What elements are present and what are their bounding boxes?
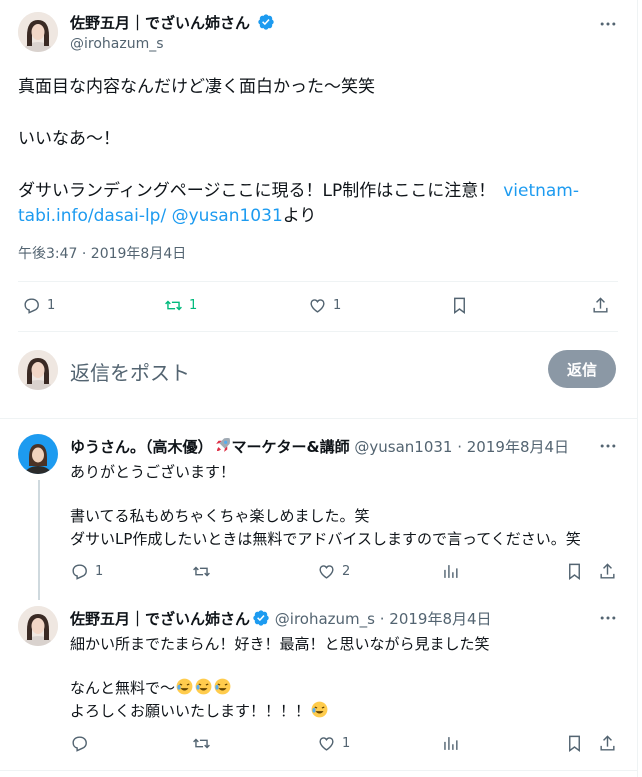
- like-count: 1: [342, 736, 351, 751]
- tweet-text-line: tabi.info/dasai-lp/ @yusan1031より: [18, 201, 316, 226]
- reply-count: 1: [95, 564, 104, 579]
- reply-meta[interactable]: @irohazum_s · 2019年8月4日: [275, 610, 492, 628]
- timeline-frame: 佐野五月｜でざいん姉さん @irohazum_s 真面目な内容なんだけど凄く面白…: [0, 0, 638, 777]
- more-icon[interactable]: [598, 436, 618, 456]
- author-handle[interactable]: @irohazum_s: [70, 36, 164, 52]
- tweet-text-line: いいなあ〜！: [18, 129, 120, 149]
- rocket-emoji-icon: [215, 438, 230, 452]
- thread-connector: [38, 480, 40, 600]
- bookmark-button[interactable]: [450, 296, 469, 315]
- reply-icon: [72, 564, 87, 580]
- like-button[interactable]: 2: [317, 562, 350, 581]
- more-icon[interactable]: [598, 608, 618, 628]
- share-button[interactable]: [598, 734, 617, 753]
- like-button[interactable]: 1: [317, 734, 350, 753]
- reply-count: 1: [47, 298, 56, 313]
- reply-submit-button[interactable]: 返信: [548, 350, 616, 388]
- tweet-text: ダサいランディングページここに現る！LP制作はここに注意！: [18, 181, 496, 201]
- divider: [0, 770, 638, 771]
- share-icon: [600, 563, 615, 579]
- share-icon: [600, 735, 615, 751]
- share-icon: [593, 297, 608, 313]
- more-icon[interactable]: [598, 14, 618, 34]
- reply-text-line: 書いてる私もめちゃくちゃ楽しめました。笑: [70, 507, 370, 525]
- like-icon: [319, 737, 334, 751]
- tweet-text-line: ダサいランディングページここに現る！LP制作はここに注意！ vietnam-: [18, 176, 579, 201]
- rofl-emoji-icon: [176, 678, 193, 695]
- reply-icon: [24, 298, 39, 314]
- views-icon: [444, 737, 458, 750]
- divider: [18, 331, 618, 332]
- tweet-link[interactable]: vietnam-: [503, 181, 579, 201]
- mention-link[interactable]: @yusan1031: [172, 206, 283, 226]
- bookmark-button[interactable]: [565, 562, 584, 581]
- reply-text: よろしくお願いいたします！！！！: [70, 702, 311, 720]
- author-name-text[interactable]: 佐野五月｜でざいん姉さん: [70, 14, 250, 32]
- like-icon: [310, 299, 325, 313]
- avatar[interactable]: [18, 350, 58, 390]
- views-button[interactable]: [441, 734, 460, 753]
- rofl-emoji-icon: [311, 701, 328, 718]
- tweet-text: より: [282, 206, 317, 226]
- tweet-timestamp[interactable]: 午後3:47 · 2019年8月4日: [18, 243, 186, 263]
- author-name[interactable]: ゆうさん。（高木優） マーケター&講師: [70, 438, 350, 456]
- reply-text: なんと無料で〜: [70, 679, 176, 697]
- retweet-icon: [193, 566, 210, 577]
- share-button[interactable]: [598, 562, 617, 581]
- tweet-text-line: 真面目な内容なんだけど凄く面白かった〜笑笑: [18, 77, 375, 97]
- author-name[interactable]: 佐野五月｜でざいん姉さん: [70, 12, 275, 33]
- author-name[interactable]: 佐野五月｜でざいん姉さん: [70, 610, 250, 628]
- reply-button[interactable]: 1: [70, 562, 103, 581]
- rofl-emoji-icon: [195, 678, 212, 695]
- retweet-button[interactable]: [192, 734, 211, 753]
- views-icon: [444, 565, 458, 578]
- reply-text-line: なんと無料で〜: [70, 677, 232, 698]
- bookmark-icon: [454, 297, 465, 315]
- divider: [0, 418, 638, 419]
- reply-text-line: ダサいLP作成したいときは無料でアドバイスしますので言ってください。笑: [70, 530, 581, 548]
- verified-badge-icon: [253, 610, 269, 626]
- like-count: 1: [333, 298, 342, 313]
- reply-text-line: ありがとうございます！: [70, 463, 236, 481]
- retweet-button[interactable]: [192, 562, 211, 581]
- like-icon: [319, 565, 334, 579]
- retweet-button[interactable]: 1: [164, 296, 197, 315]
- bookmark-button[interactable]: [565, 734, 584, 753]
- views-button[interactable]: [441, 562, 460, 581]
- retweet-icon: [193, 738, 210, 749]
- retweet-count: 1: [189, 298, 198, 313]
- avatar[interactable]: [18, 606, 58, 646]
- reply-compose-input[interactable]: 返信をポスト: [70, 357, 190, 386]
- avatar[interactable]: [18, 12, 58, 52]
- verified-badge-icon: [258, 14, 274, 30]
- divider: [18, 281, 618, 282]
- bookmark-icon: [569, 563, 580, 581]
- tweet-link[interactable]: tabi.info/dasai-lp/: [18, 206, 166, 226]
- like-button[interactable]: 1: [308, 296, 341, 315]
- reply-button[interactable]: [70, 734, 89, 753]
- share-button[interactable]: [591, 296, 610, 315]
- bookmark-icon: [569, 735, 580, 753]
- rofl-emoji-icon: [214, 678, 231, 695]
- reply-text-line: よろしくお願いいたします！！！！: [70, 700, 329, 721]
- like-count: 2: [342, 564, 351, 579]
- reply-icon: [72, 736, 87, 752]
- reply-button[interactable]: 1: [22, 296, 55, 315]
- retweet-icon: [165, 300, 182, 311]
- reply-header: 佐野五月｜でざいん姉さん @irohazum_s · 2019年8月4日: [70, 608, 492, 629]
- reply-text-line: 細かい所までたまらん！好き！最高！と思いながら見ました笑: [70, 635, 490, 653]
- reply-header: ゆうさん。（高木優） マーケター&講師 @yusan1031 · 2019年8月4…: [70, 436, 569, 457]
- reply-meta[interactable]: @yusan1031 · 2019年8月4日: [354, 438, 569, 456]
- avatar[interactable]: [18, 434, 58, 474]
